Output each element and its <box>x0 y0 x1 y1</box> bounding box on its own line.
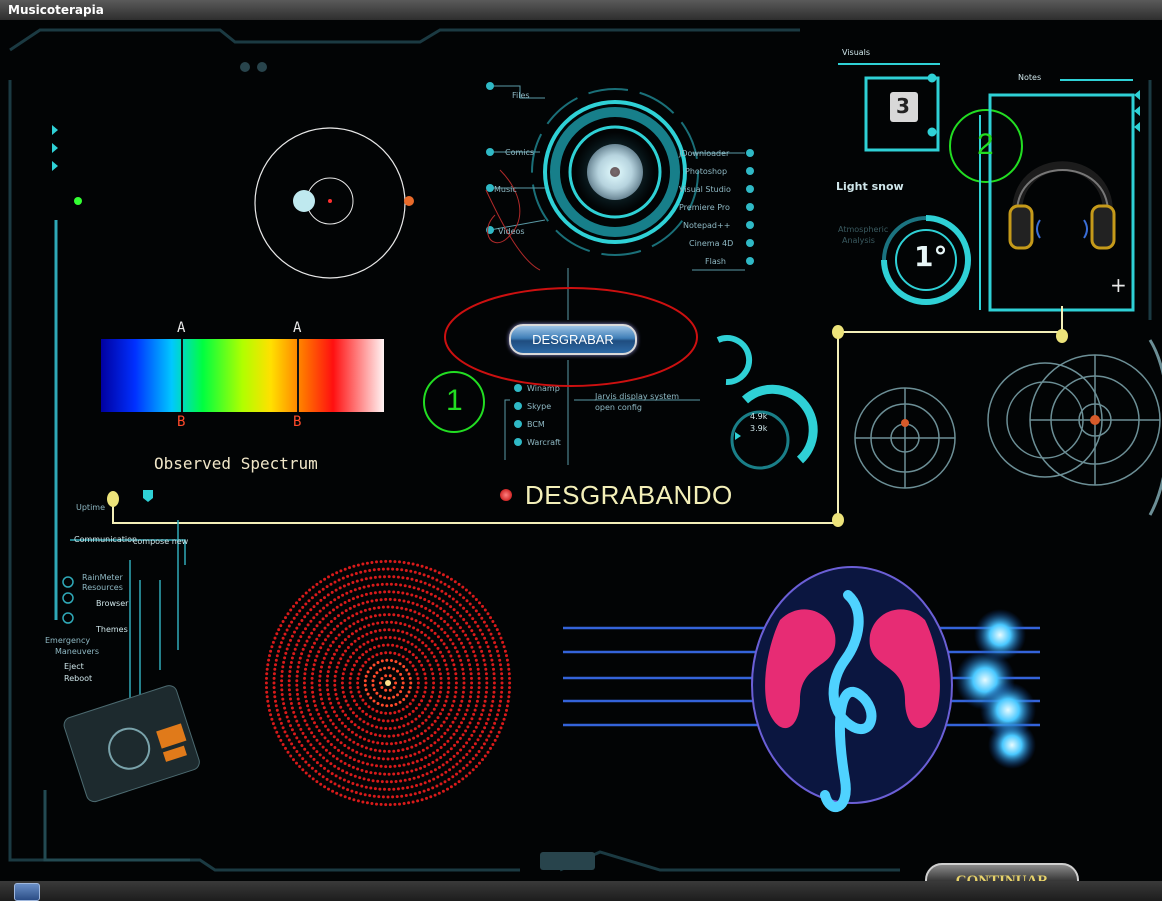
weather-title: Light snow <box>836 180 904 193</box>
communication-label: Communication <box>74 535 138 544</box>
hud-menu-files[interactable]: Files <box>512 91 530 100</box>
visuals-counter: 3 <box>896 94 910 118</box>
recording-status-text: DESGRABANDO <box>525 480 733 510</box>
spectrum-bottom-label-b1: B <box>177 414 186 430</box>
hud-app-notepad[interactable]: Notepad++ <box>683 221 730 230</box>
maneuvers-label: Maneuvers <box>55 647 99 656</box>
emergency-label: Emergency <box>45 636 91 645</box>
hud-menu-comics[interactable]: Comics <box>505 148 534 157</box>
ring-value-2: 3.9k <box>750 424 768 433</box>
hud-app-bcm[interactable]: BCM <box>527 420 545 429</box>
side-item-browser[interactable]: Browser <box>96 599 128 608</box>
hud-app-skype[interactable]: Skype <box>527 402 551 411</box>
spectrum-caption: Observed Spectrum <box>154 454 318 473</box>
annotation-number-1: 1 <box>446 384 463 417</box>
temperature-value: 1° <box>914 240 948 273</box>
continue-button[interactable]: CONTINUAR <box>925 863 1079 881</box>
reboot-button[interactable]: Reboot <box>64 674 92 683</box>
start-icon[interactable] <box>14 883 40 901</box>
hud-app-visual-studio[interactable]: Visual Studio <box>679 185 731 194</box>
uptime-label: Uptime <box>76 503 106 512</box>
recording-status-icon <box>500 489 512 501</box>
hud-app-jdownloader[interactable]: JDownloader <box>679 149 729 158</box>
spectrum-bottom-label-b2: B <box>293 414 302 430</box>
spectrum-top-label-a1: A <box>177 320 186 336</box>
jarvis-title: Jarvis display system <box>595 392 680 401</box>
taskbar <box>0 881 1162 901</box>
ring-value-1: 4.9k <box>750 412 768 421</box>
jarvis-config[interactable]: open config <box>595 403 642 412</box>
side-item-resources[interactable]: Resources <box>82 583 123 592</box>
hud-menu-music[interactable]: Music <box>494 185 517 194</box>
side-item-themes[interactable]: Themes <box>96 625 128 634</box>
window-titlebar: Musicoterapia <box>0 0 1162 21</box>
side-item-rainmeter[interactable]: RainMeter <box>82 573 123 582</box>
spectrum-top-label-a2: A <box>293 320 302 336</box>
hud-app-winamp[interactable]: Winamp <box>527 384 560 393</box>
weather-sub1: Atmospheric <box>838 225 889 234</box>
main-canvas: + A A B B Observed Spectrum 1 2 Files Co… <box>0 20 1162 881</box>
weather-sub2: Analysis <box>842 236 875 245</box>
hud-app-cinema4d[interactable]: Cinema 4D <box>689 239 733 248</box>
eject-button[interactable]: Eject <box>64 662 84 671</box>
desgrabar-button[interactable]: DESGRABAR <box>509 324 637 355</box>
hud-app-flash[interactable]: Flash <box>705 257 726 266</box>
visuals-label: Visuals <box>842 48 871 57</box>
notes-label: Notes <box>1018 73 1042 82</box>
hud-app-photoshop[interactable]: Photoshop <box>685 167 727 176</box>
hud-menu-videos[interactable]: Videos <box>498 227 525 236</box>
window-title: Musicoterapia <box>8 3 104 17</box>
annotation-number-2: 2 <box>977 128 994 161</box>
hud-app-warcraft[interactable]: Warcraft <box>527 438 561 447</box>
hud-app-premiere[interactable]: Premiere Pro <box>679 203 730 212</box>
compose-new-link[interactable]: compose new <box>133 537 188 546</box>
